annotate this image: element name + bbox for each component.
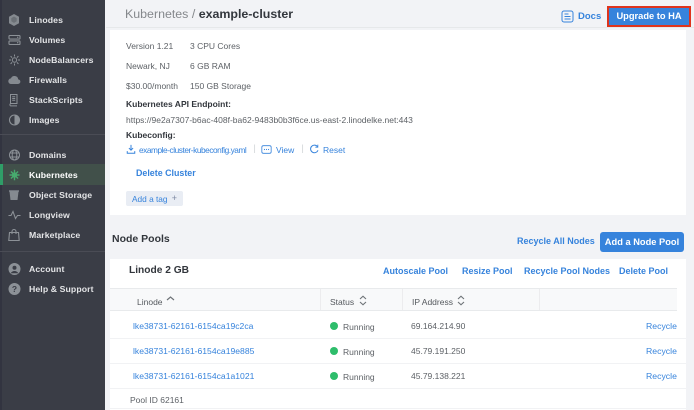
svg-text:?: ? [12,284,17,294]
